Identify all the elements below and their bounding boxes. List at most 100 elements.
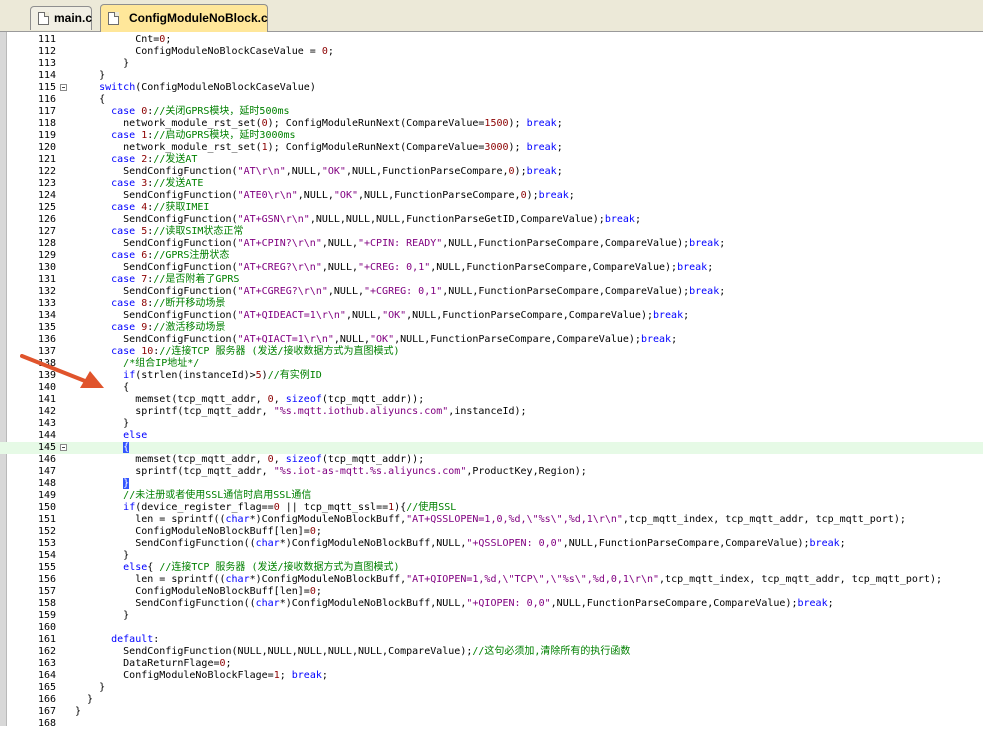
code-line-138[interactable]: 138 /*组合IP地址*/ — [0, 358, 983, 370]
line-number: 154 — [37, 550, 56, 561]
code-line-130[interactable]: 130 SendConfigFunction("AT+CREG?\r\n",NU… — [0, 262, 983, 274]
code-line-121[interactable]: 121 case 2://发送AT — [0, 154, 983, 166]
line-number: 155 — [37, 562, 56, 573]
line-number: 127 — [37, 226, 56, 237]
code-line-149[interactable]: 149 //未注册或者使用SSL通信时启用SSL通信 — [0, 490, 983, 502]
code-line-141[interactable]: 141 memset(tcp_mqtt_addr, 0, sizeof(tcp_… — [0, 394, 983, 406]
line-number: 119 — [37, 130, 56, 141]
tab-configmodulenoblock-c[interactable]: ConfigModuleNoBlock.c — [100, 4, 268, 32]
code-line-162[interactable]: 162 SendConfigFunction(NULL,NULL,NULL,NU… — [0, 646, 983, 658]
line-number: 135 — [37, 322, 56, 333]
line-number: 112 — [37, 46, 56, 57]
code-line-140[interactable]: 140 { — [0, 382, 983, 394]
code-line-113[interactable]: 113 } — [0, 58, 983, 70]
c-file-icon — [108, 12, 119, 25]
code-line-118[interactable]: 118 network_module_rst_set(0); ConfigMod… — [0, 118, 983, 130]
red-arrow-icon — [20, 354, 104, 388]
code-text: ConfigModuleNoBlockBuff[len]=0; — [75, 586, 322, 597]
code-line-133[interactable]: 133 case 8://断开移动场景 — [0, 298, 983, 310]
code-line-152[interactable]: 152 ConfigModuleNoBlockBuff[len]=0; — [0, 526, 983, 538]
code-line-143[interactable]: 143 } — [0, 418, 983, 430]
code-line-165[interactable]: 165 } — [0, 682, 983, 694]
line-number: 148 — [37, 478, 56, 489]
code-line-127[interactable]: 127 case 5://读取SIM状态正常 — [0, 226, 983, 238]
code-line-114[interactable]: 114 } — [0, 70, 983, 82]
code-line-157[interactable]: 157 ConfigModuleNoBlockBuff[len]=0; — [0, 586, 983, 598]
code-line-128[interactable]: 128 SendConfigFunction("AT+CPIN?\r\n",NU… — [0, 238, 983, 250]
line-number: 151 — [37, 514, 56, 525]
code-line-117[interactable]: 117 case 0://关闭GPRS模块，延时500ms — [0, 106, 983, 118]
line-number: 116 — [37, 94, 56, 105]
code-line-160[interactable]: 160 — [0, 622, 983, 634]
line-number: 111 — [37, 34, 56, 45]
code-line-153[interactable]: 153 SendConfigFunction((char*)ConfigModu… — [0, 538, 983, 550]
code-line-119[interactable]: 119 case 1://启动GPRS模块，延时3000ms — [0, 130, 983, 142]
code-text: SendConfigFunction("ATE0\r\n",NULL,"OK",… — [75, 190, 575, 201]
code-line-155[interactable]: 155 else{ //连接TCP 服务器 (发送/接收数据方式为直图模式) — [0, 562, 983, 574]
code-line-135[interactable]: 135 case 9://激活移动场景 — [0, 322, 983, 334]
fold-toggle-icon[interactable] — [60, 84, 67, 91]
code-text: network_module_rst_set(0); ConfigModuleR… — [75, 118, 563, 129]
line-number: 124 — [37, 190, 56, 201]
code-line-142[interactable]: 142 sprintf(tcp_mqtt_addr, "%s.mqtt.ioth… — [0, 406, 983, 418]
code-line-125[interactable]: 125 case 4://获取IMEI — [0, 202, 983, 214]
code-line-131[interactable]: 131 case 7://是否附着了GPRS — [0, 274, 983, 286]
fold-toggle-icon[interactable] — [60, 444, 67, 451]
line-number: 131 — [37, 274, 56, 285]
code-line-167[interactable]: 167} — [0, 706, 983, 718]
code-line-166[interactable]: 166 } — [0, 694, 983, 706]
code-line-147[interactable]: 147 sprintf(tcp_mqtt_addr, "%s.iot-as-mq… — [0, 466, 983, 478]
code-line-145[interactable]: 145 { — [0, 442, 983, 454]
line-number: 136 — [37, 334, 56, 345]
line-number: 166 — [37, 694, 56, 705]
code-line-158[interactable]: 158 SendConfigFunction((char*)ConfigModu… — [0, 598, 983, 610]
code-text: SendConfigFunction("AT+GSN\r\n",NULL,NUL… — [75, 214, 641, 225]
code-line-163[interactable]: 163 DataReturnFlage=0; — [0, 658, 983, 670]
code-text: SendConfigFunction("AT+QIDEACT=1\r\n",NU… — [75, 310, 690, 321]
code-line-144[interactable]: 144 else — [0, 430, 983, 442]
c-file-icon — [38, 12, 49, 25]
code-line-164[interactable]: 164 ConfigModuleNoBlockFlage=1; break; — [0, 670, 983, 682]
code-text: switch(ConfigModuleNoBlockCaseValue) — [99, 82, 316, 93]
code-editor[interactable]: 111 Cnt=0; 112 ConfigModuleNoBlockCaseVal… — [0, 32, 983, 729]
code-line-150[interactable]: 150 if(device_register_flag==0 || tcp_mq… — [0, 502, 983, 514]
code-text: Cnt=0; — [75, 34, 172, 45]
code-line-126[interactable]: 126 SendConfigFunction("AT+GSN\r\n",NULL… — [0, 214, 983, 226]
code-line-161[interactable]: 161 default: — [0, 634, 983, 646]
code-line-148[interactable]: 148 } — [0, 478, 983, 490]
code-text: memset(tcp_mqtt_addr, 0, sizeof(tcp_mqtt… — [75, 454, 425, 465]
code-text: case 9://激活移动场景 — [111, 322, 226, 333]
code-line-134[interactable]: 134 SendConfigFunction("AT+QIDEACT=1\r\n… — [0, 310, 983, 322]
code-line-136[interactable]: 136 SendConfigFunction("AT+QIACT=1\r\n",… — [0, 334, 983, 346]
code-line-146[interactable]: 146 memset(tcp_mqtt_addr, 0, sizeof(tcp_… — [0, 454, 983, 466]
line-number: 168 — [37, 718, 56, 729]
code-lines: 111 Cnt=0; 112 ConfigModuleNoBlockCaseVal… — [0, 34, 983, 730]
code-line-115[interactable]: 115 switch(ConfigModuleNoBlockCaseValue) — [0, 82, 983, 94]
code-line-123[interactable]: 123 case 3://发送ATE — [0, 178, 983, 190]
code-line-156[interactable]: 156 len = sprintf((char*)ConfigModuleNoB… — [0, 574, 983, 586]
line-number: 122 — [37, 166, 56, 177]
code-line-159[interactable]: 159 } — [0, 610, 983, 622]
line-number: 163 — [37, 658, 56, 669]
code-line-139[interactable]: 139 if(strlen(instanceId)>5)//有实例ID — [0, 370, 983, 382]
code-line-129[interactable]: 129 case 6://GPRS注册状态 — [0, 250, 983, 262]
line-number: 156 — [37, 574, 56, 585]
code-text: ConfigModuleNoBlockFlage=1; break; — [75, 670, 328, 681]
code-line-122[interactable]: 122 SendConfigFunction("AT\r\n",NULL,"OK… — [0, 166, 983, 178]
code-line-132[interactable]: 132 SendConfigFunction("AT+CGREG?\r\n",N… — [0, 286, 983, 298]
code-line-137[interactable]: 137 case 10://连接TCP 服务器 (发送/接收数据方式为直图模式) — [0, 346, 983, 358]
code-line-112[interactable]: 112 ConfigModuleNoBlockCaseValue = 0; — [0, 46, 983, 58]
code-line-168[interactable]: 168 — [0, 718, 983, 730]
code-line-124[interactable]: 124 SendConfigFunction("ATE0\r\n",NULL,"… — [0, 190, 983, 202]
code-text: ConfigModuleNoBlockBuff[len]=0; — [75, 526, 322, 537]
code-line-111[interactable]: 111 Cnt=0; — [0, 34, 983, 46]
code-line-120[interactable]: 120 network_module_rst_set(1); ConfigMod… — [0, 142, 983, 154]
tab-main-c[interactable]: main.c — [30, 6, 92, 30]
code-text: SendConfigFunction("AT+CPIN?\r\n",NULL,"… — [75, 238, 726, 249]
code-line-151[interactable]: 151 len = sprintf((char*)ConfigModuleNoB… — [0, 514, 983, 526]
line-number: 134 — [37, 310, 56, 321]
code-text: case 6://GPRS注册状态 — [111, 250, 230, 261]
code-text: case 4://获取IMEI — [111, 202, 210, 213]
code-line-154[interactable]: 154 } — [0, 550, 983, 562]
code-line-116[interactable]: 116 { — [0, 94, 983, 106]
